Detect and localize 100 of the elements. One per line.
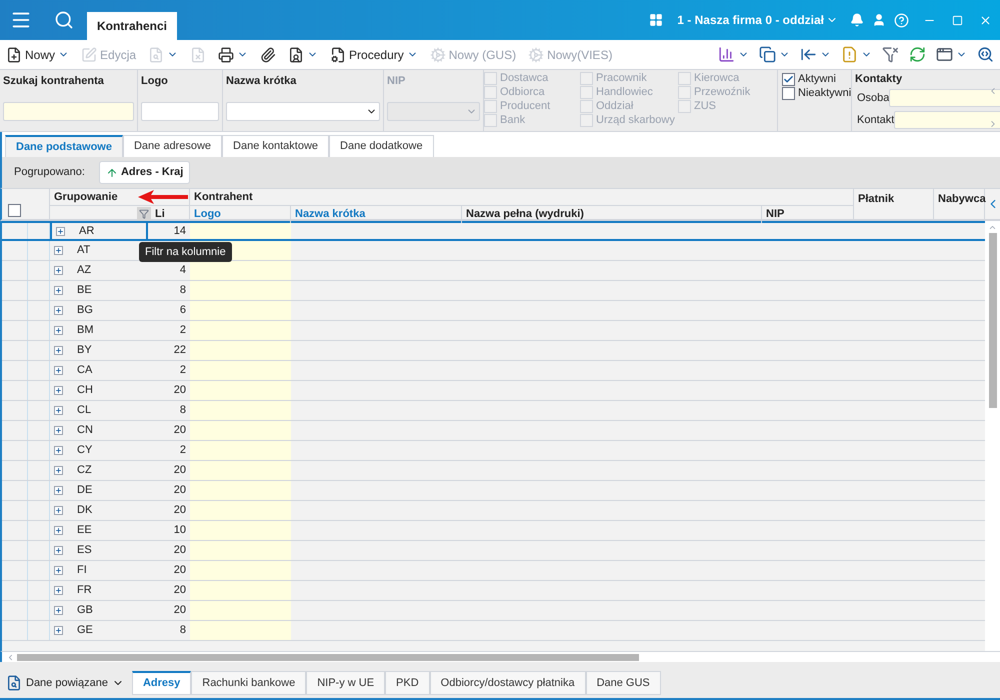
checkbox-label: Nieaktywni [798, 86, 852, 101]
tab[interactable]: Adresy [132, 671, 192, 695]
expand-icon[interactable] [54, 586, 63, 595]
checkbox-label: Bank [500, 112, 526, 128]
toolbar-button[interactable]: Nowy [6, 46, 70, 64]
column-header[interactable]: Płatnik [854, 189, 934, 219]
group-row[interactable]: EE 10 [2, 521, 985, 541]
logo-field[interactable] [141, 102, 219, 121]
horizontal-scrollbar[interactable] [0, 651, 1000, 662]
scrollbar-thumb[interactable] [17, 654, 639, 660]
field-label: Logo [141, 74, 169, 89]
group-row[interactable]: GE 8 [2, 621, 985, 641]
expand-icon[interactable] [54, 466, 63, 475]
group-row[interactable]: CZ 20 [2, 461, 985, 481]
tab[interactable]: Dane GUS [586, 671, 661, 695]
expand-icon[interactable] [54, 606, 63, 615]
expand-icon[interactable] [54, 346, 63, 355]
tab[interactable]: Odbiorcy/dostawcy płatnika [430, 671, 586, 695]
group-row[interactable]: AZ 4 [2, 261, 985, 281]
group-row[interactable]: BG 6 [2, 301, 985, 321]
column-header[interactable]: Nabywca [934, 189, 985, 219]
group-row[interactable]: BY 22 [2, 341, 985, 361]
group-row[interactable]: FI 20 [2, 561, 985, 581]
group-row[interactable]: BE 8 [2, 281, 985, 301]
related-data-dropdown[interactable]: Dane powiązane [6, 674, 124, 692]
group-code: AZ [77, 263, 92, 278]
close-icon[interactable] [979, 14, 992, 26]
scroll-up-icon[interactable] [988, 223, 997, 232]
expand-icon[interactable] [54, 366, 63, 375]
toolbar-button[interactable] [260, 46, 276, 62]
contact-field[interactable] [889, 89, 1000, 108]
user-icon[interactable] [872, 13, 886, 27]
search-icon[interactable] [54, 10, 74, 30]
expand-icon[interactable] [54, 446, 63, 455]
column-header[interactable]: Li [155, 206, 185, 222]
expand-icon[interactable] [54, 246, 63, 255]
group-row[interactable]: CN 20 [2, 421, 985, 441]
expand-icon[interactable] [54, 386, 63, 395]
expand-icon[interactable] [54, 486, 63, 495]
checkbox-label: Aktywni [798, 72, 836, 87]
expand-icon[interactable] [54, 326, 63, 335]
tab[interactable]: Dane kontaktowe [222, 135, 330, 157]
group-row[interactable]: FR 20 [2, 581, 985, 601]
group-code: CN [77, 423, 93, 438]
expand-icon[interactable] [54, 546, 63, 555]
group-count: 2 [180, 323, 186, 338]
tab[interactable]: Dane adresowe [122, 135, 222, 157]
group-row[interactable]: BM 2 [2, 321, 985, 341]
toolbar-button[interactable] [936, 46, 967, 63]
document-tab[interactable]: Kontrahenci [87, 12, 177, 40]
expand-icon[interactable] [54, 526, 63, 535]
checkbox[interactable] [8, 204, 21, 217]
group-row[interactable]: ES 20 [2, 541, 985, 561]
checkbox-label: Przewoźnik [694, 84, 750, 100]
group-count: 8 [180, 403, 186, 418]
help-icon[interactable] [894, 12, 909, 28]
tab[interactable]: Dane podstawowe [5, 135, 123, 157]
group-chip[interactable]: Adres - Kraj [98, 161, 190, 184]
group-row[interactable]: DK 20 [2, 501, 985, 521]
column-header[interactable]: NIP [762, 206, 853, 222]
column-filter-button[interactable] [137, 207, 151, 222]
expand-icon[interactable] [54, 306, 63, 315]
expand-icon[interactable] [54, 426, 63, 435]
bell-icon[interactable] [850, 13, 864, 27]
checkbox[interactable] [782, 72, 795, 86]
refresh-icon [909, 46, 926, 63]
expand-icon[interactable] [56, 226, 65, 236]
group-row[interactable]: CA 2 [2, 361, 985, 381]
group-row[interactable]: CY 2 [2, 441, 985, 461]
toolbar-button[interactable]: Procedury [330, 46, 418, 64]
checkbox[interactable] [782, 86, 795, 100]
group-code: GE [77, 623, 93, 638]
checkbox-label: Kierowca [694, 70, 740, 86]
group-row[interactable]: DE 20 [2, 481, 985, 501]
tab[interactable]: PKD [385, 671, 430, 695]
expand-icon[interactable] [54, 506, 63, 515]
maximize-icon[interactable] [952, 14, 963, 26]
search-field[interactable] [3, 102, 134, 121]
group-row[interactable]: CH 20 [2, 381, 985, 401]
toolbar-button[interactable] [288, 46, 318, 62]
tab[interactable]: NIP-y w UE [306, 671, 386, 695]
group-row[interactable]: CL 8 [2, 401, 985, 421]
toolbar-button[interactable] [800, 46, 831, 63]
toolbar-button[interactable] [759, 46, 790, 63]
tab[interactable]: Dane dodatkowe [329, 135, 434, 157]
group-row[interactable]: GB 20 [2, 601, 985, 621]
toolbar-button[interactable] [718, 46, 749, 63]
scroll-left-icon[interactable] [6, 652, 15, 662]
document-gear-icon [330, 46, 346, 62]
expand-icon[interactable] [54, 286, 63, 295]
group-code: CL [77, 403, 92, 418]
toolbar-button[interactable] [218, 46, 248, 62]
expand-icon[interactable] [54, 266, 63, 275]
group-row[interactable]: AR 14 [2, 221, 985, 241]
expand-icon[interactable] [54, 626, 63, 635]
apps-icon[interactable] [649, 13, 664, 27]
scrollbar-thumb[interactable] [988, 233, 996, 408]
tab[interactable]: Rachunki bankowe [191, 671, 306, 695]
expand-icon[interactable] [54, 566, 63, 575]
expand-icon[interactable] [54, 406, 63, 415]
